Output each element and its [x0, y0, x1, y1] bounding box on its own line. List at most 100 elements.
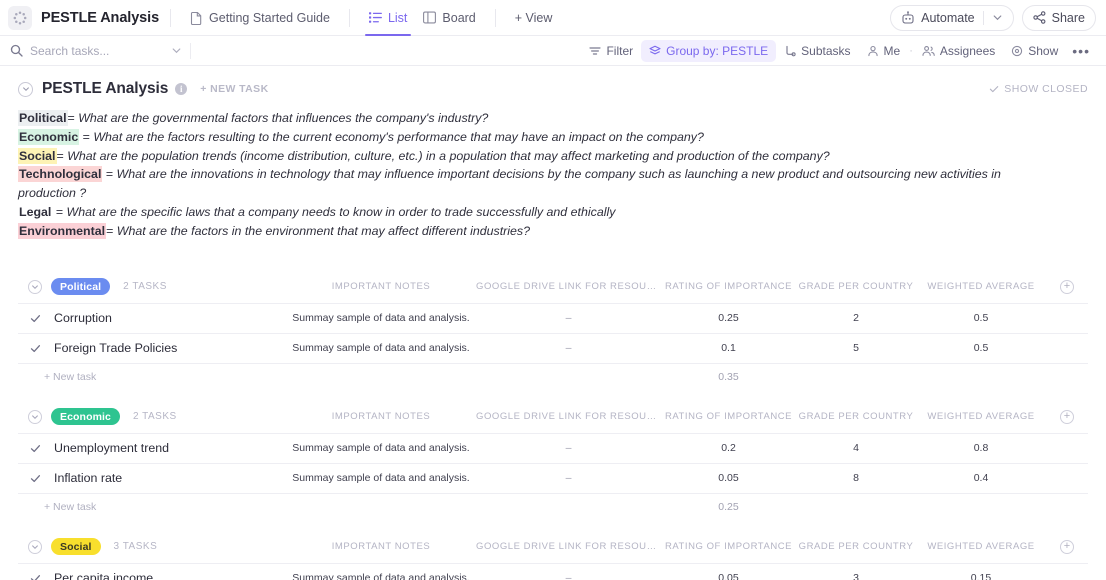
column-header-notes[interactable]: IMPORTANT NOTES	[286, 541, 476, 552]
group-status-badge[interactable]: Economic	[51, 408, 120, 426]
add-column-icon[interactable]: +	[1060, 279, 1074, 294]
chevron-down-circle-icon[interactable]	[18, 81, 33, 97]
automate-button[interactable]: Automate	[890, 4, 1014, 31]
task-check-icon[interactable]	[28, 441, 43, 456]
cell-rating[interactable]: 0.2	[661, 442, 796, 454]
column-header-drive[interactable]: GOOGLE DRIVE LINK FOR RESOUR...	[476, 411, 661, 422]
table-row[interactable]: Unemployment trend Summay sample of data …	[18, 433, 1088, 464]
column-header-wavg[interactable]: WEIGHTED AVERAGE	[916, 411, 1046, 422]
column-header-grade[interactable]: GRADE PER COUNTRY	[796, 411, 916, 422]
column-header-drive[interactable]: GOOGLE DRIVE LINK FOR RESOUR...	[476, 541, 661, 552]
subtasks-button[interactable]: Subtasks	[776, 40, 858, 62]
table-row[interactable]: Foreign Trade Policies Summay sample of d…	[18, 333, 1088, 364]
task-name[interactable]: Per capita income	[54, 571, 153, 580]
filter-button[interactable]: Filter	[581, 40, 641, 62]
chevron-down-icon[interactable]	[992, 12, 1003, 23]
cell-notes[interactable]: Summay sample of data and analysis.	[286, 572, 476, 580]
column-header-rating[interactable]: RATING OF IMPORTANCE	[661, 541, 796, 552]
group-status-badge[interactable]: Social	[51, 538, 101, 556]
robot-icon	[901, 10, 915, 25]
cell-drive[interactable]: –	[476, 442, 661, 454]
cell-grade[interactable]: 2	[796, 312, 916, 324]
table-row[interactable]: Corruption Summay sample of data and anal…	[18, 303, 1088, 334]
cell-drive[interactable]: –	[476, 342, 661, 354]
tab-list[interactable]: List	[361, 0, 415, 36]
cell-rating[interactable]: 0.05	[661, 472, 796, 484]
chevron-down-circle-icon[interactable]	[28, 409, 42, 424]
cell-grade[interactable]: 8	[796, 472, 916, 484]
cell-notes[interactable]: Summay sample of data and analysis.	[286, 472, 476, 484]
task-check-icon[interactable]	[28, 571, 43, 580]
cell-drive[interactable]: –	[476, 472, 661, 484]
cell-drive[interactable]: –	[476, 572, 661, 580]
cell-rating[interactable]: 0.1	[661, 342, 796, 354]
me-button[interactable]: Me	[859, 40, 909, 62]
column-header-wavg[interactable]: WEIGHTED AVERAGE	[916, 541, 1046, 552]
table-row[interactable]: Per capita income Summay sample of data a…	[18, 563, 1088, 580]
task-name[interactable]: Inflation rate	[54, 471, 122, 485]
cell-drive[interactable]: –	[476, 312, 661, 324]
cell-notes[interactable]: Summay sample of data and analysis.	[286, 312, 476, 324]
new-task-row-button[interactable]: + New task	[28, 371, 96, 383]
subtasks-label: Subtasks	[801, 43, 851, 58]
share-label: Share	[1051, 10, 1085, 25]
column-header-rating[interactable]: RATING OF IMPORTANCE	[661, 281, 796, 292]
cell-wavg[interactable]: 0.15	[916, 572, 1046, 580]
cell-notes[interactable]: Summay sample of data and analysis.	[286, 342, 476, 354]
cell-wavg[interactable]: 0.4	[916, 472, 1046, 484]
dotted-circle-spinner-icon[interactable]	[8, 5, 32, 30]
new-task-row-button[interactable]: + New task	[28, 501, 96, 513]
rating-subtotal[interactable]: 0.25	[661, 501, 796, 513]
cell-wavg[interactable]: 0.8	[916, 442, 1046, 454]
table-row[interactable]: Inflation rate Summay sample of data and …	[18, 463, 1088, 494]
group-by-button[interactable]: Group by: PESTLE	[641, 39, 777, 62]
cell-rating[interactable]: 0.05	[661, 572, 796, 580]
search-input[interactable]: Search tasks...	[10, 36, 182, 66]
column-header-notes[interactable]: IMPORTANT NOTES	[286, 411, 476, 422]
share-button[interactable]: Share	[1021, 4, 1096, 31]
cell-grade[interactable]: 3	[796, 572, 916, 580]
tab-board[interactable]: Board	[415, 0, 483, 36]
task-cells: Summay sample of data and analysis. –0.25…	[286, 312, 1088, 324]
cell-grade[interactable]: 4	[796, 442, 916, 454]
cell-notes[interactable]: Summay sample of data and analysis.	[286, 442, 476, 454]
cell-wavg[interactable]: 0.5	[916, 312, 1046, 324]
show-button[interactable]: Show	[1003, 40, 1066, 62]
info-icon[interactable]: i	[175, 83, 188, 95]
tab-getting-started-guide[interactable]: Getting Started Guide	[182, 0, 338, 36]
page-header: PESTLE Analysis i + NEW TASK SHOW CLOSED	[18, 75, 1088, 103]
divider	[170, 8, 172, 27]
new-task-button[interactable]: + NEW TASK	[200, 83, 268, 95]
chevron-down-icon[interactable]	[171, 45, 182, 56]
column-header-rating[interactable]: RATING OF IMPORTANCE	[661, 411, 796, 422]
add-column-cell: +	[1046, 409, 1088, 424]
show-closed-button[interactable]: SHOW CLOSED	[989, 83, 1088, 95]
task-check-icon[interactable]	[28, 471, 43, 486]
task-name[interactable]: Corruption	[54, 311, 112, 325]
task-name[interactable]: Unemployment trend	[54, 441, 169, 455]
add-column-icon[interactable]: +	[1060, 409, 1074, 424]
tab-label: Getting Started Guide	[209, 10, 330, 25]
column-header-grade[interactable]: GRADE PER COUNTRY	[796, 281, 916, 292]
group-status-badge[interactable]: Political	[51, 278, 111, 296]
cell-grade[interactable]: 5	[796, 342, 916, 354]
description-key: Environmental	[18, 222, 107, 239]
assignees-button[interactable]: Assignees	[914, 40, 1003, 62]
description-text: What are the factors in the environment …	[116, 223, 530, 238]
more-options-button[interactable]: •••	[1066, 40, 1096, 62]
task-check-icon[interactable]	[28, 311, 43, 326]
chevron-down-circle-icon[interactable]	[28, 279, 42, 294]
column-header-grade[interactable]: GRADE PER COUNTRY	[796, 541, 916, 552]
add-column-icon[interactable]: +	[1060, 539, 1074, 554]
task-check-icon[interactable]	[28, 341, 43, 356]
task-name[interactable]: Foreign Trade Policies	[54, 341, 177, 355]
cell-rating[interactable]: 0.25	[661, 312, 796, 324]
cell-wavg[interactable]: 0.5	[916, 342, 1046, 354]
task-rows: Unemployment trend Summay sample of data …	[18, 432, 1088, 494]
add-view-button[interactable]: + View	[507, 0, 561, 36]
column-header-drive[interactable]: GOOGLE DRIVE LINK FOR RESOUR...	[476, 281, 661, 292]
column-header-notes[interactable]: IMPORTANT NOTES	[286, 281, 476, 292]
chevron-down-circle-icon[interactable]	[28, 539, 42, 554]
column-header-wavg[interactable]: WEIGHTED AVERAGE	[916, 281, 1046, 292]
rating-subtotal[interactable]: 0.35	[661, 371, 796, 383]
